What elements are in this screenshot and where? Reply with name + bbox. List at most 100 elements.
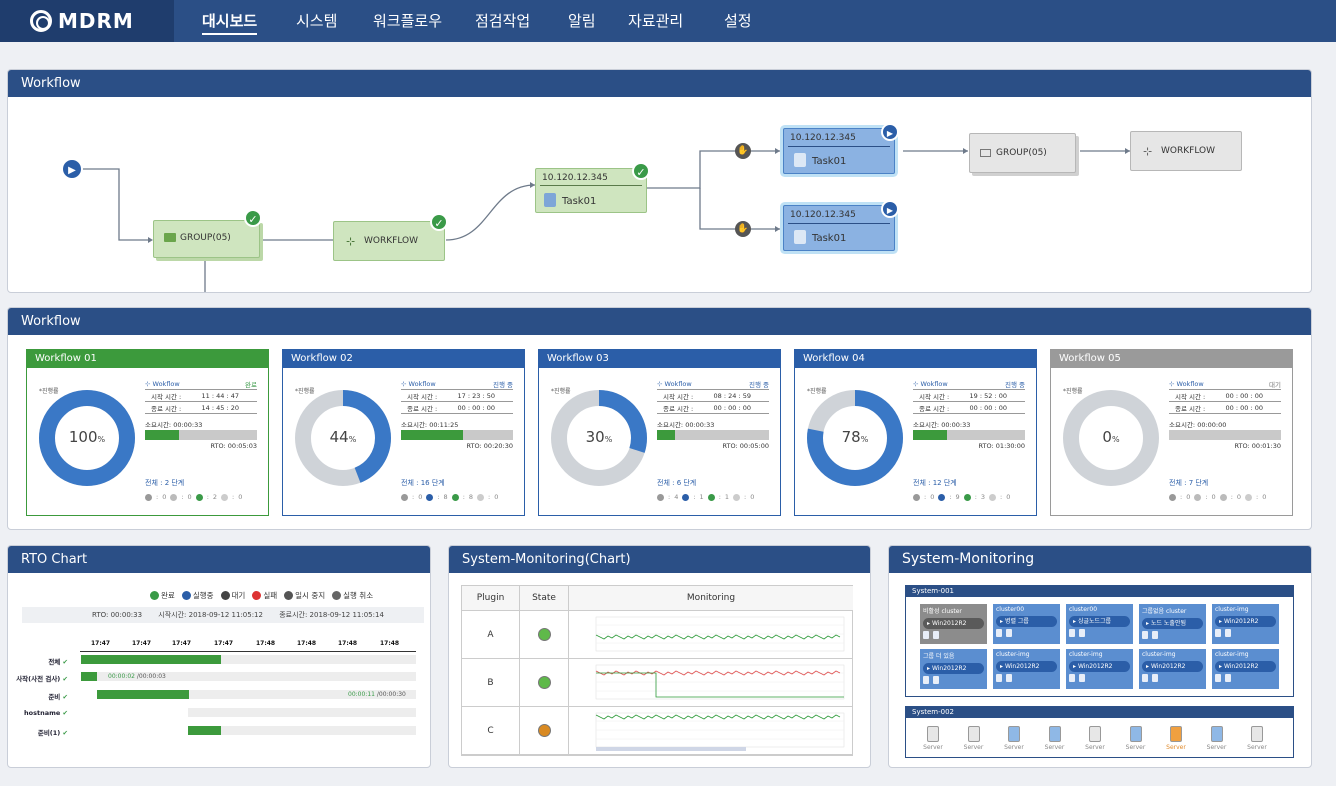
cluster-chip[interactable]: ▸ Win2012R2: [1142, 661, 1203, 672]
monitoring-table: Plugin State Monitoring A B C: [461, 585, 853, 756]
workflow-card[interactable]: Workflow 03 *진행률 30% ⊹ Wokflow 진행 중 시작 시…: [538, 349, 781, 516]
rto-row-track: [188, 708, 416, 717]
cluster-tile[interactable]: cluster00 ▸ 병렬 그룹: [993, 604, 1060, 644]
nav-data[interactable]: 자료관리: [628, 10, 683, 31]
nav-system[interactable]: 시스템: [296, 10, 337, 31]
database-icon: [1069, 674, 1075, 682]
total-steps: 전체 : 6 단계: [657, 479, 697, 487]
database-icon: [996, 674, 1002, 682]
start-play-icon[interactable]: ▶: [61, 158, 83, 180]
cluster-chip[interactable]: ▸ Win2012R2: [1215, 661, 1276, 672]
database-icon: [1152, 674, 1158, 682]
server-item[interactable]: Server: [1123, 726, 1149, 751]
workflow-link[interactable]: Wokflow: [1177, 380, 1204, 388]
nav-dashboard[interactable]: 대시보드: [202, 10, 258, 35]
total-steps: 전체 : 7 단계: [1169, 479, 1209, 487]
server-item[interactable]: Server: [961, 726, 987, 751]
nav-settings[interactable]: 설정: [724, 10, 752, 31]
cluster-chip[interactable]: ▸ Win2012R2: [923, 663, 984, 674]
cluster-tile[interactable]: cluster-img ▸ Win2012R2: [1066, 649, 1133, 689]
cluster-tile[interactable]: cluster-img ▸ Win2012R2: [1212, 604, 1279, 644]
server-item[interactable]: Server: [1244, 726, 1270, 751]
card-title: Workflow 02: [283, 350, 524, 368]
cluster-chip[interactable]: ▸ Win2012R2: [1215, 616, 1276, 627]
check-icon: ✓: [430, 213, 448, 231]
group-icon: [164, 233, 176, 242]
rto-progress-fill: [145, 430, 179, 440]
monitoring-sparkline[interactable]: [569, 707, 853, 755]
cluster-tile[interactable]: 비활성 cluster ▸ Win2012R2: [920, 604, 987, 644]
workflow-card[interactable]: Workflow 04 *진행률 78% ⊹ Wokflow 진행 중 시작 시…: [794, 349, 1037, 516]
done-icon: [451, 493, 459, 501]
diagram-workflow-node[interactable]: ⊹ WORKFLOW: [333, 221, 445, 261]
monitoring-sparkline[interactable]: [569, 659, 853, 707]
failed-icon: [221, 493, 229, 501]
cluster-tile[interactable]: cluster00 ▸ 싱글노드그룹: [1066, 604, 1133, 644]
diagram-group-node-pending[interactable]: GROUP(05): [969, 133, 1076, 173]
cluster-tile[interactable]: cluster-img ▸ Win2012R2: [993, 649, 1060, 689]
cluster-chip[interactable]: ▸ Win2012R2: [1069, 661, 1130, 672]
cluster-tile[interactable]: cluster-img ▸ Win2012R2: [1212, 649, 1279, 689]
cluster-chip[interactable]: ▸ Win2012R2: [923, 618, 984, 629]
diagram-task-node-active[interactable]: 10.120.12.345 Task01: [783, 128, 895, 174]
rto-row-label: 사작(사전 검사) ✔: [16, 675, 68, 683]
workflow-link[interactable]: Wokflow: [665, 380, 692, 388]
cluster-tile[interactable]: 그룹없음 cluster ▸ 노드 노출안됨: [1139, 604, 1206, 644]
cluster-tile[interactable]: cluster-img ▸ Win2012R2: [1139, 649, 1206, 689]
workflow-card[interactable]: Workflow 02 *진행률 44% ⊹ Wokflow 진행 중 시작 시…: [282, 349, 525, 516]
rto-progress-fill: [657, 430, 675, 440]
card-title: Workflow 04: [795, 350, 1036, 368]
tick-label: 17:47: [91, 640, 111, 647]
play-icon[interactable]: ▶: [881, 200, 899, 218]
legend-item-failed: 실패: [252, 590, 277, 601]
server-item[interactable]: Server: [1163, 726, 1189, 751]
workflow-card[interactable]: Workflow 05 *진행률 0% ⊹ Wokflow 대기 시작 시간 :…: [1050, 349, 1293, 516]
monitoring-sparkline[interactable]: [569, 611, 853, 659]
diagram-group-node[interactable]: GROUP(05): [153, 220, 260, 258]
running-icon: [682, 493, 690, 501]
rto-time: 00:05:00: [739, 442, 769, 450]
workflow-link[interactable]: Wokflow: [153, 380, 180, 388]
rto-row-bar[interactable]: [81, 655, 221, 664]
rto-progress-bar: [401, 430, 513, 440]
server-item[interactable]: Server: [1001, 726, 1027, 751]
panel-title: Workflow: [8, 70, 1311, 97]
status-badge: 진행 중: [748, 380, 769, 389]
nav-workflow[interactable]: 워크플로우: [373, 10, 442, 31]
nav-inspection[interactable]: 점검작업: [475, 10, 530, 31]
legend-item-paused: 일시 중지: [284, 590, 325, 601]
nav-alarm[interactable]: 알림: [568, 10, 596, 31]
server-item[interactable]: Server: [1204, 726, 1230, 751]
tick-label: 17:48: [380, 640, 400, 647]
system-group-title: System-002: [906, 707, 1293, 718]
workflow-link[interactable]: Wokflow: [409, 380, 436, 388]
cluster-tile[interactable]: 그룹 더 있음 ▸ Win2012R2: [920, 649, 987, 689]
step-status-counts: :0 :0 :2 :0: [145, 493, 242, 501]
cluster-chip[interactable]: ▸ Win2012R2: [996, 661, 1057, 672]
diagram-task-node-active[interactable]: 10.120.12.345 Task01: [783, 205, 895, 251]
rto-row-bar[interactable]: [188, 726, 221, 735]
rto-row-bar[interactable]: [97, 690, 189, 699]
server-icon: [927, 726, 939, 742]
diagram-task-node[interactable]: 10.120.12.345 Task01: [535, 168, 647, 213]
server-label: Server: [1206, 744, 1227, 751]
server-item[interactable]: Server: [1042, 726, 1068, 751]
play-icon[interactable]: ▶: [881, 123, 899, 141]
server-item[interactable]: Server: [1082, 726, 1108, 751]
server-item[interactable]: Server: [920, 726, 946, 751]
logo[interactable]: MDRM: [0, 0, 174, 42]
cluster-chip[interactable]: ▸ 노드 노출안됨: [1142, 618, 1203, 629]
running-icon: [1194, 493, 1202, 501]
diagram-workflow-node-pending[interactable]: ⊹ WORKFLOW: [1130, 131, 1242, 171]
play-icon: ▸: [1146, 663, 1150, 670]
workflow-link[interactable]: Wokflow: [921, 380, 948, 388]
state-indicator-icon: [537, 628, 551, 641]
rto-row-bar[interactable]: [81, 672, 97, 681]
workflow-card[interactable]: Workflow 01 *진행률 100% ⊹ Wokflow 완료 시작 시간…: [26, 349, 269, 516]
cluster-chip[interactable]: ▸ 병렬 그룹: [996, 616, 1057, 627]
card-title: Workflow 03: [539, 350, 780, 368]
rto-progress-fill: [913, 430, 947, 440]
cluster-chip[interactable]: ▸ 싱글노드그룹: [1069, 616, 1130, 627]
step-status-counts: :0 :9 :3 :0: [913, 493, 1010, 501]
waiting-icon: [220, 591, 230, 600]
